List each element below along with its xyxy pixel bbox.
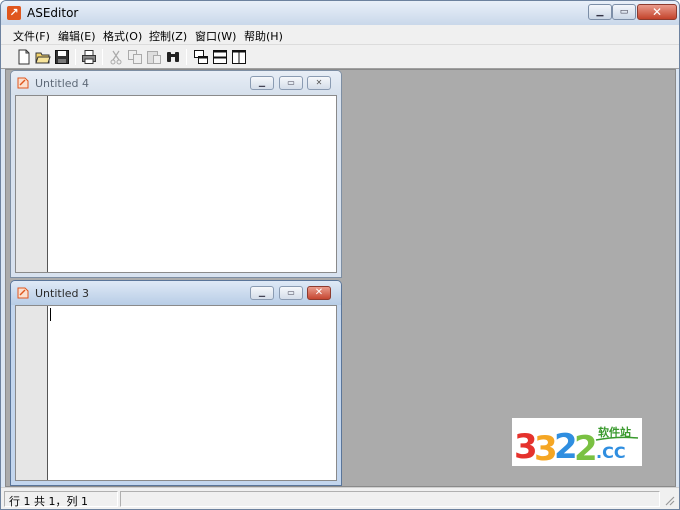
toolbar-separator bbox=[186, 49, 187, 65]
cascade-windows-icon[interactable] bbox=[193, 49, 209, 65]
menu-format[interactable]: 格式(O) bbox=[103, 28, 142, 44]
document-title-bar[interactable]: Untitled 3 ▁ ▭ ✕ bbox=[11, 281, 341, 305]
editor-text-area[interactable] bbox=[15, 95, 337, 273]
document-window-untitled-4[interactable]: Untitled 4 ▁ ▭ ✕ bbox=[10, 70, 342, 278]
menu-bar: 文件(F) 编辑(E) 格式(O) 控制(Z) 窗口(W) 帮助(H) bbox=[1, 25, 679, 45]
document-icon bbox=[17, 287, 29, 299]
text-caret bbox=[50, 308, 51, 321]
resize-grip-icon[interactable] bbox=[663, 494, 675, 506]
new-file-icon[interactable] bbox=[16, 49, 32, 65]
print-icon[interactable] bbox=[81, 49, 97, 65]
menu-edit[interactable]: 编辑(E) bbox=[58, 28, 96, 44]
document-minimize-button[interactable]: ▁ bbox=[250, 76, 274, 90]
document-close-button[interactable]: ✕ bbox=[307, 286, 331, 300]
document-window-untitled-3[interactable]: Untitled 3 ▁ ▭ ✕ bbox=[10, 280, 342, 486]
paste-icon[interactable] bbox=[146, 49, 162, 65]
tile-horizontal-icon[interactable] bbox=[212, 49, 228, 65]
close-button[interactable]: ✕ bbox=[637, 4, 677, 20]
copy-icon[interactable] bbox=[127, 49, 143, 65]
find-icon[interactable] bbox=[165, 49, 181, 65]
window-title: ASEditor bbox=[27, 6, 79, 20]
editor-text-area[interactable] bbox=[15, 305, 337, 481]
document-maximize-button[interactable]: ▭ bbox=[279, 286, 303, 300]
cut-icon[interactable] bbox=[108, 49, 124, 65]
status-bar: 行 1 共 1，列 1 bbox=[1, 487, 679, 509]
status-pane-position: 行 1 共 1，列 1 bbox=[4, 491, 118, 508]
document-minimize-button[interactable]: ▁ bbox=[250, 286, 274, 300]
open-folder-icon[interactable] bbox=[35, 49, 51, 65]
menu-window[interactable]: 窗口(W) bbox=[195, 28, 236, 44]
toolbar-separator bbox=[75, 49, 76, 65]
toolbar bbox=[1, 45, 679, 69]
cursor-position-text: 行 1 共 1，列 1 bbox=[9, 495, 88, 508]
3322-watermark-logo: 3 3 2 2 软件站 .CC bbox=[512, 418, 642, 466]
svg-text:2: 2 bbox=[574, 429, 598, 466]
status-pane-message bbox=[120, 491, 660, 507]
menu-file[interactable]: 文件(F) bbox=[13, 28, 50, 44]
app-window: ↗ ASEditor ▁ ▭ ✕ 文件(F) 编辑(E) 格式(O) 控制(Z)… bbox=[0, 0, 680, 510]
document-title: Untitled 3 bbox=[35, 287, 90, 300]
menu-help[interactable]: 帮助(H) bbox=[244, 28, 283, 44]
document-close-button[interactable]: ✕ bbox=[307, 76, 331, 90]
toolbar-separator bbox=[102, 49, 103, 65]
document-title-bar[interactable]: Untitled 4 ▁ ▭ ✕ bbox=[11, 71, 341, 95]
tile-vertical-icon[interactable] bbox=[231, 49, 247, 65]
line-number-gutter bbox=[16, 306, 48, 480]
save-icon[interactable] bbox=[54, 49, 70, 65]
maximize-button[interactable]: ▭ bbox=[612, 4, 636, 20]
document-icon bbox=[17, 77, 29, 89]
title-bar: ↗ ASEditor ▁ ▭ ✕ bbox=[1, 1, 679, 25]
line-number-gutter bbox=[16, 96, 48, 272]
svg-text:.CC: .CC bbox=[596, 443, 626, 462]
document-maximize-button[interactable]: ▭ bbox=[279, 76, 303, 90]
app-icon: ↗ bbox=[7, 6, 21, 20]
menu-control[interactable]: 控制(Z) bbox=[149, 28, 187, 44]
document-title: Untitled 4 bbox=[35, 77, 90, 90]
minimize-button[interactable]: ▁ bbox=[588, 4, 612, 20]
